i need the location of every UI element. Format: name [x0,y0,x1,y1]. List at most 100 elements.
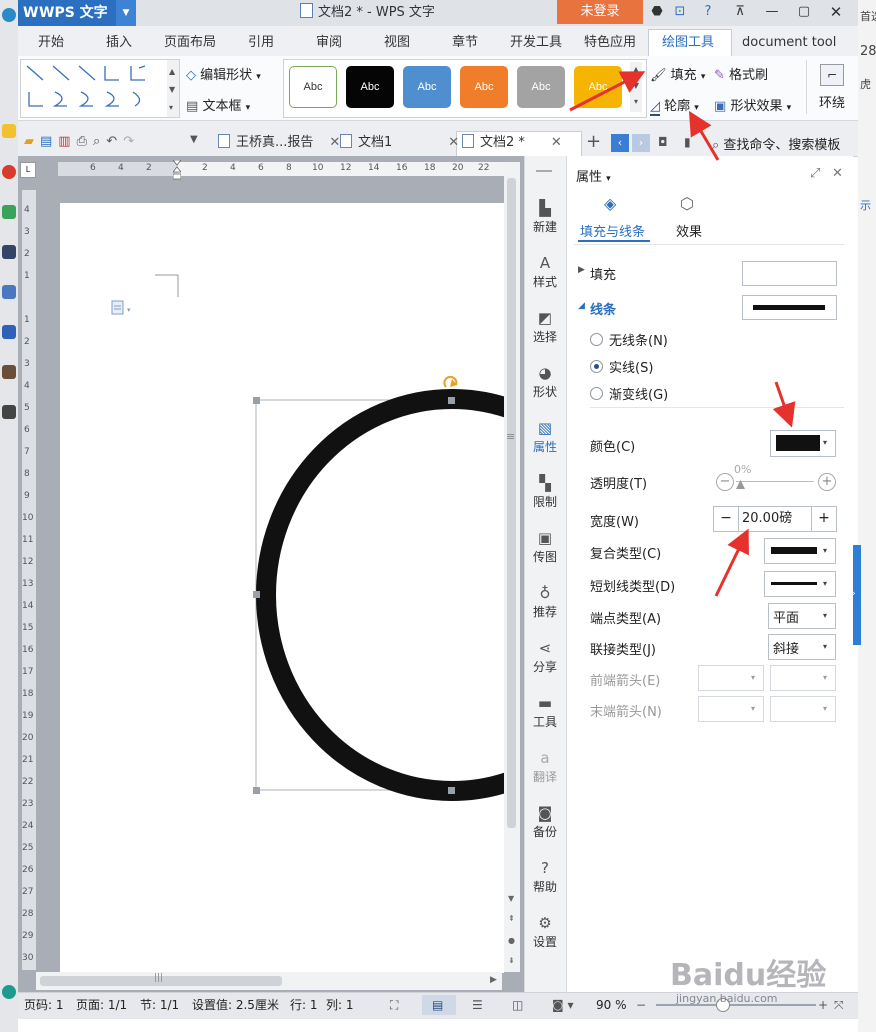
sidebar-item-new[interactable]: ▙ 新建 [524,198,566,235]
gallery-scroll[interactable]: ▲ ▼ ▾ [630,62,642,112]
sidebar-item-select[interactable]: ◩ 选择 [524,308,566,345]
dash-type-select[interactable]: ▾ [764,571,836,597]
style-swatch[interactable]: Abc [346,66,394,108]
menu-developer[interactable]: 开发工具 [510,26,562,56]
desktop-app-icon[interactable] [2,245,16,259]
no-line-radio[interactable] [590,333,603,346]
width-increase-button[interactable]: + [811,507,836,531]
zoom-in-icon[interactable]: + [818,992,828,1018]
indent-marker[interactable] [172,159,182,180]
web-view-icon[interactable]: ◫ [512,992,523,1018]
desktop-app-icon[interactable] [2,8,16,22]
sidebar-item-translate[interactable]: a 翻译 [524,748,566,785]
gradient-line-radio[interactable] [590,387,603,400]
print-preview-icon[interactable]: ⌕ [93,134,106,149]
end-arrow-size-select[interactable]: ▾ [770,696,836,722]
fit-window-icon[interactable]: ⤧ [834,992,844,1018]
tab-document-report[interactable]: 王桥真...报告 ✕ [218,132,340,154]
join-type-select[interactable]: 斜接 ▾ [768,634,836,660]
menu-review[interactable]: 审阅 [316,26,342,56]
fill-section-label[interactable]: 填充 [590,264,616,283]
sidebar-item-help[interactable]: ? 帮助 [524,858,566,895]
customize-toolbar-icon[interactable]: ▼ [190,134,198,145]
minimize-icon[interactable]: — [762,3,782,21]
menu-page-layout[interactable]: 页面布局 [164,26,216,56]
sidebar-item-recommend[interactable]: ♁ 推荐 [524,583,566,620]
close-tab-icon[interactable]: ✕ [551,135,562,150]
format-brush-button[interactable]: ✎ 格式刷 [714,64,768,83]
transparency-slider-thumb[interactable] [736,478,745,489]
close-icon[interactable]: ✕ [826,3,846,21]
close-tab-icon[interactable]: ✕ [448,135,459,150]
search-command[interactable]: ⌕ 查找命令、搜索模板 [712,134,840,153]
menu-document-tool[interactable]: document tool [742,26,836,56]
print-icon[interactable]: ⎙ [77,134,93,149]
new-tab-icon[interactable]: + [586,131,601,152]
solid-line-label[interactable]: 实线(S) [609,357,653,376]
splitter-handle-icon[interactable]: ≡ [506,430,515,443]
width-decrease-button[interactable]: − [714,507,739,531]
horizontal-ruler[interactable]: 6 4 2 2 4 6 8 10 12 14 16 18 20 22 [58,162,504,176]
tab-fill-line[interactable]: 填充与线条 [580,221,645,240]
maximize-icon[interactable]: ▢ [794,3,814,21]
login-button[interactable]: 未登录 [557,0,643,24]
prev-page-icon[interactable]: ⇞ [508,914,515,923]
export-pdf-icon[interactable]: ▥ [58,134,76,149]
transparency-increase-button[interactable]: + [818,473,836,491]
desktop-star-icon[interactable] [2,124,16,138]
desktop-app-icon[interactable] [2,325,16,339]
transparency-slider-track[interactable] [736,481,814,482]
style-swatch[interactable]: Abc [574,66,622,108]
scroll-thumb[interactable]: ||| [40,973,282,986]
tab-document-1[interactable]: 文档1 ✕ [340,132,459,154]
desktop-app-icon[interactable] [2,405,16,419]
style-swatch[interactable]: Abc [403,66,451,108]
restore-layout-icon[interactable]: ⊼ [730,3,750,21]
line-color-picker[interactable]: ▾ [770,430,836,457]
line-section-label[interactable]: 线条 [590,299,616,318]
tab-stop-selector[interactable]: L [20,162,36,178]
tab-effect[interactable]: 效果 [676,221,702,240]
app-menu-button[interactable]: WWPS 文字 ▼ [18,0,136,26]
share-icon[interactable]: ⊡ [670,3,690,21]
scroll-down-icon[interactable]: ▼ [508,894,514,903]
full-screen-icon[interactable]: ⛶ [390,992,398,1018]
no-line-label[interactable]: 无线条(N) [609,330,668,349]
fill-color-box[interactable] [742,261,837,286]
tab-prev-button[interactable]: ‹ [611,134,629,152]
horizontal-scrollbar[interactable]: ||| ▶ [36,972,502,990]
line-preview-box[interactable] [742,295,837,320]
wrap-button[interactable]: ⌐ 环绕 [812,64,852,111]
tab-next-button[interactable]: › [632,134,650,152]
menu-features[interactable]: 特色应用 [584,26,636,56]
end-arrow-style-select[interactable]: ▾ [698,696,764,722]
panel-dock-icon[interactable]: ⤢ [810,166,820,181]
desktop-app-icon[interactable] [2,365,16,379]
vertical-scrollbar[interactable]: ▼ ⇞ ● ⇟ [504,162,520,972]
shape-gallery[interactable]: ▲ ▼ ▾ [20,59,180,118]
style-swatch[interactable]: Abc [517,66,565,108]
undo-icon[interactable]: ↶ [106,134,123,149]
skin-icon[interactable]: ⬣ [650,3,664,21]
sidebar-item-share[interactable]: ⋖ 分享 [524,638,566,675]
style-swatch[interactable]: Abc [289,66,337,108]
panel-close-icon[interactable]: ✕ [832,166,843,181]
tab-document-2[interactable]: 文档2 * ✕ [462,132,562,154]
width-input[interactable]: 20.00磅 [742,507,792,531]
solid-line-radio[interactable] [590,360,603,373]
outline-button[interactable]: ◿ 轮廓 ▾ [650,95,699,116]
chevron-down-icon[interactable]: ▼ [116,0,136,26]
sidebar-collapse-icon[interactable] [536,170,552,172]
document-page[interactable]: ▾ [60,203,504,973]
sidebar-item-restrict[interactable]: ▚ 限制 [524,473,566,510]
close-tab-icon[interactable]: ✕ [329,135,340,150]
begin-arrow-style-select[interactable]: ▾ [698,665,764,691]
desktop-weibo-icon[interactable] [2,165,16,179]
save-icon[interactable]: ▤ [40,134,58,149]
sidebar-item-toolbox[interactable]: ▬ 工具 [524,693,566,730]
open-icon[interactable]: ▰ [24,134,40,149]
zoom-level[interactable]: 90 % [596,992,627,1018]
outline-view-icon[interactable]: ☰ [472,992,483,1018]
desktop-app-icon[interactable] [2,285,16,299]
collapse-arrow-icon[interactable]: ◢ [578,301,585,311]
